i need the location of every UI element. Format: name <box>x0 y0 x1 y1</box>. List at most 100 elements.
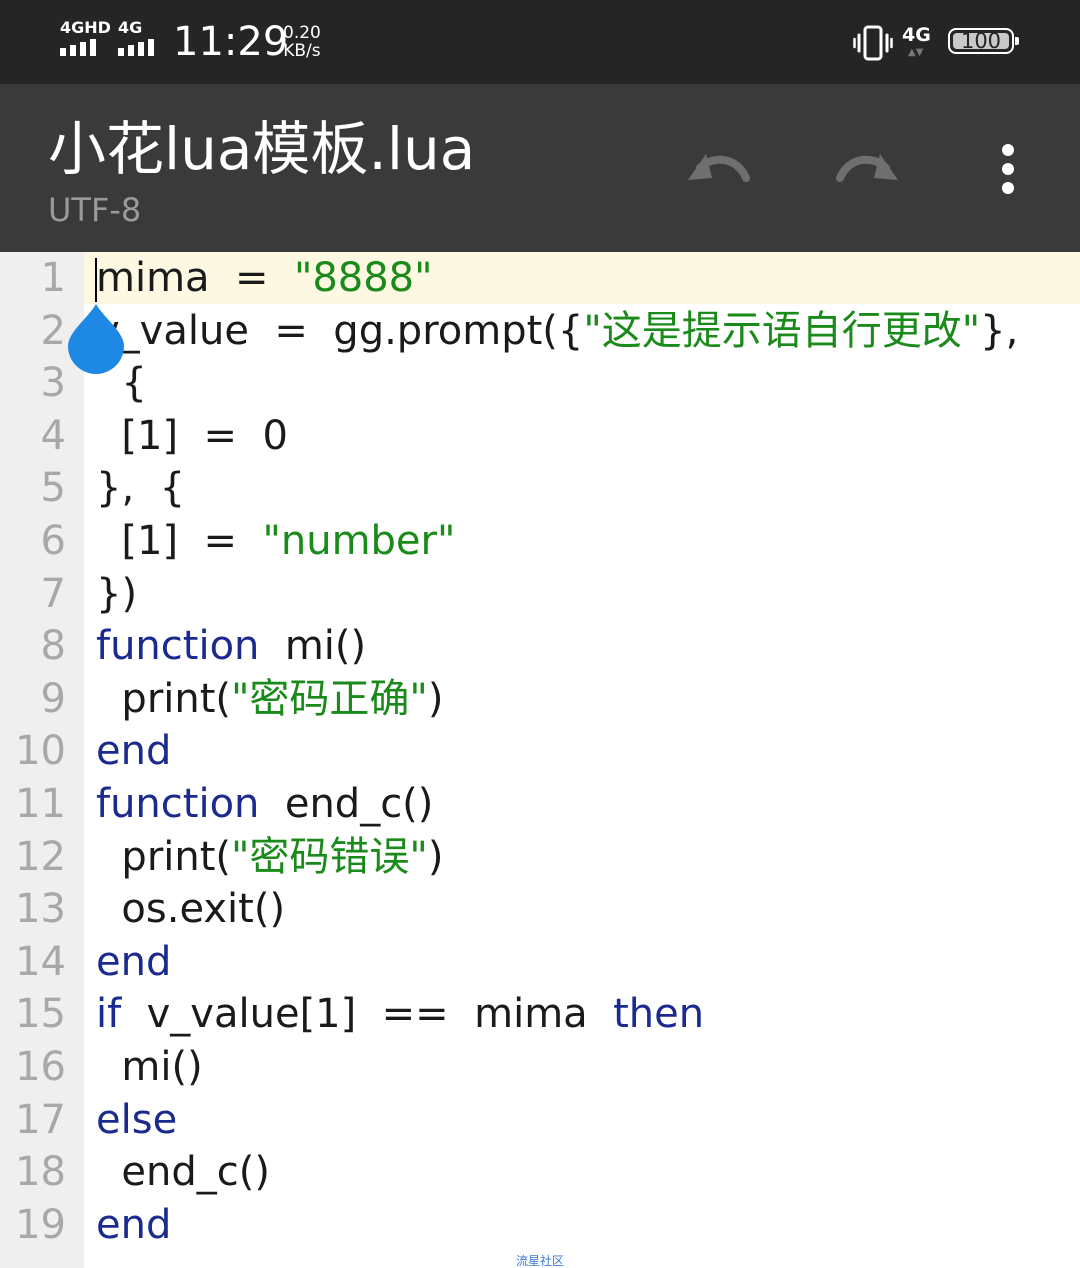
line-number: 2 <box>40 307 66 354</box>
line-number: 17 <box>15 1096 66 1143</box>
keyword-token: end <box>96 938 172 985</box>
code-token: [1] = 0 <box>96 412 288 459</box>
code-token: [1] = <box>96 518 263 564</box>
code-token: v_value = gg.prompt({ <box>96 307 584 354</box>
code-text[interactable]: [1] = 0 <box>96 410 288 462</box>
code-token: print( <box>96 833 232 880</box>
keyword-token: if <box>96 991 122 1038</box>
code-token: ) <box>427 833 444 880</box>
string-token: "这是提示语自行更改" <box>583 307 981 354</box>
code-line[interactable]: 16 mi() <box>0 1041 1080 1093</box>
code-line[interactable]: 3 { <box>0 357 1080 409</box>
code-text[interactable]: end <box>96 725 171 777</box>
code-token: end_c() <box>259 781 434 827</box>
line-number: 16 <box>15 1044 66 1090</box>
code-text[interactable]: }, { <box>96 462 185 514</box>
code-token: end_c() <box>96 1149 270 1196</box>
code-line[interactable]: 1 mima = "8888" <box>0 252 1080 304</box>
network-type-label-sim2: 4G <box>118 18 143 37</box>
line-number: 7 <box>40 570 66 617</box>
mobile-data-label: 4G <box>902 24 931 46</box>
mobile-data-indicator: 4G ▲▼ <box>902 24 931 58</box>
code-token: mi() <box>259 623 367 670</box>
line-number: 4 <box>40 412 66 459</box>
code-line[interactable]: 6 [1] = "number" <box>0 515 1080 567</box>
code-text[interactable]: [1] = "number" <box>96 515 455 567</box>
editor-toolbar: 小花lua模板.lua UTF-8 <box>0 84 1080 252</box>
line-number: 15 <box>15 991 66 1038</box>
code-token: os.exit() <box>96 886 286 933</box>
vibrate-icon <box>853 25 893 61</box>
more-vert-icon[interactable] <box>978 138 1038 198</box>
code-line[interactable]: 11 function end_c() <box>0 778 1080 830</box>
code-line[interactable]: 8 function mi() <box>0 620 1080 672</box>
code-text[interactable]: v_value = gg.prompt({"这是提示语自行更改"}, <box>96 305 1018 357</box>
code-line[interactable]: 14 end <box>0 936 1080 988</box>
code-text[interactable]: end_c() <box>96 1146 270 1198</box>
code-line[interactable]: 10 end <box>0 725 1080 777</box>
code-text[interactable]: mima = "8888" <box>96 252 433 304</box>
code-text[interactable]: function mi() <box>96 620 366 672</box>
code-line[interactable]: 2 v_value = gg.prompt({"这是提示语自行更改"}, <box>0 305 1080 357</box>
line-number: 18 <box>15 1149 66 1196</box>
code-editor[interactable]: 1 mima = "8888" 2 v_value = gg.prompt({"这是提… <box>0 252 1080 1268</box>
code-token: print( <box>96 675 232 722</box>
code-text[interactable]: else <box>96 1094 177 1146</box>
string-token: "密码正确" <box>231 675 428 722</box>
line-number: 14 <box>15 938 66 985</box>
line-number: 9 <box>40 675 66 722</box>
code-line[interactable]: 7}) <box>0 568 1080 620</box>
line-number: 12 <box>15 833 66 880</box>
code-token: v_value[1] == mima <box>121 991 614 1038</box>
line-number: 3 <box>40 360 66 407</box>
code-line[interactable]: 17 else <box>0 1094 1080 1146</box>
signal-bars-icon <box>118 38 154 56</box>
network-speed-unit: KB/s <box>283 41 321 61</box>
line-number: 1 <box>40 255 66 301</box>
code-line[interactable]: 12 print("密码错误") <box>0 831 1080 883</box>
line-number: 6 <box>40 518 66 564</box>
redo-icon[interactable] <box>826 138 906 198</box>
code-line[interactable]: 19 end <box>0 1199 1080 1251</box>
keyword-token: end <box>96 728 172 775</box>
string-token: "密码错误" <box>231 833 428 880</box>
watermark-text: 流星社区 <box>515 1254 564 1268</box>
code-line[interactable]: 15 if v_value[1] == mima then <box>0 988 1080 1040</box>
string-token: "number" <box>262 518 456 564</box>
code-text[interactable]: if v_value[1] == mima then <box>96 988 704 1040</box>
battery-level: 100 <box>960 29 1002 53</box>
line-number: 5 <box>40 465 66 512</box>
code-line[interactable]: 4 [1] = 0 <box>0 410 1080 462</box>
code-text[interactable]: print("密码正确") <box>96 673 443 725</box>
undo-icon[interactable] <box>680 138 760 198</box>
code-text[interactable]: end <box>96 1199 171 1251</box>
code-token: mi() <box>96 1044 203 1090</box>
line-number: 13 <box>15 886 66 933</box>
line-number: 11 <box>15 781 66 827</box>
code-text[interactable]: os.exit() <box>96 883 285 935</box>
network-speed: 0.20 KB/s <box>283 24 321 60</box>
keyword-token: else <box>96 1096 178 1143</box>
code-token: }) <box>96 570 138 617</box>
network-speed-value: 0.20 <box>283 23 321 43</box>
code-line[interactable]: 13 os.exit() <box>0 883 1080 935</box>
keyword-token: end <box>96 1201 172 1248</box>
code-text[interactable]: function end_c() <box>96 778 433 830</box>
code-line[interactable]: 18 end_c() <box>0 1146 1080 1198</box>
status-bar: 4GHD 4G 11:29 0.20 KB/s 4G ▲▼ 100 <box>0 0 1080 84</box>
code-token: }, <box>980 307 1019 354</box>
keyword-token: function <box>96 623 260 670</box>
code-text[interactable]: }) <box>96 568 137 620</box>
file-encoding[interactable]: UTF-8 <box>48 190 141 230</box>
code-token: ) <box>427 675 444 722</box>
code-text[interactable]: end <box>96 936 171 988</box>
line-number: 8 <box>40 623 66 670</box>
line-number: 19 <box>15 1201 66 1248</box>
code-text[interactable]: mi() <box>96 1041 203 1093</box>
code-line[interactable]: 5 }, { <box>0 462 1080 514</box>
code-token: }, { <box>96 465 186 512</box>
selection-handle-icon[interactable] <box>66 302 126 376</box>
code-text[interactable]: print("密码错误") <box>96 831 443 883</box>
battery-icon: 100 <box>948 28 1019 54</box>
code-line[interactable]: 9 print("密码正确") <box>0 673 1080 725</box>
